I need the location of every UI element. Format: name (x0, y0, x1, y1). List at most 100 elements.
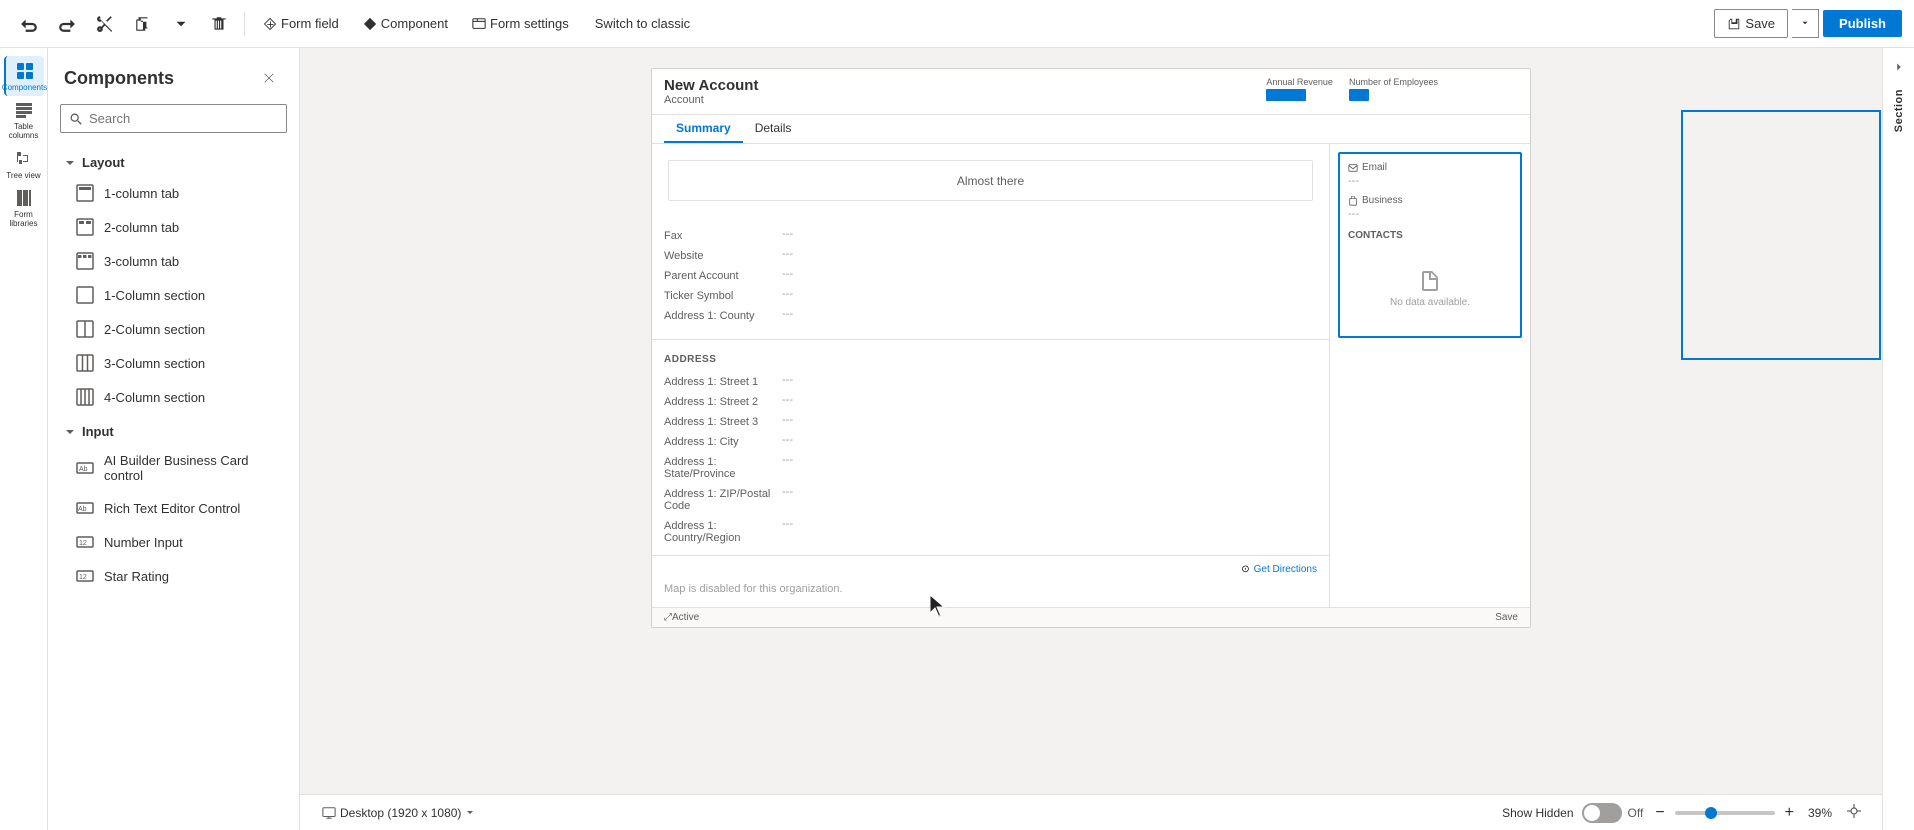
ticker-label: Ticker Symbol (664, 288, 774, 302)
email-value: --- (1348, 173, 1512, 189)
fax-value: --- (782, 228, 1317, 240)
1col-section-icon (76, 286, 94, 304)
cut-button[interactable] (88, 9, 122, 39)
nav-components-button[interactable]: Components (4, 56, 44, 96)
map-disabled-text: Map is disabled for this organization. (664, 579, 1317, 599)
input-section-header[interactable]: Input (48, 414, 299, 445)
toggle-container: Off (1582, 803, 1644, 823)
sidebar-item-star-rating[interactable]: 12 Star Rating (48, 559, 299, 593)
form-left: Almost there Fax --- Website --- (652, 144, 1330, 607)
address-section: ADDRESS Address 1: Street 1 --- Address … (652, 346, 1329, 555)
component-button[interactable]: Component (353, 10, 458, 37)
canvas-content: New Account Account Annual Revenue Numbe… (300, 48, 1882, 794)
city-value: --- (782, 434, 1317, 446)
nav-table-columns-button[interactable]: Table columns (4, 100, 44, 140)
parent-account-value: --- (782, 268, 1317, 280)
form-tab-details[interactable]: Details (743, 115, 804, 143)
form-title: New Account (664, 77, 758, 94)
form-preview: New Account Account Annual Revenue Numbe… (651, 68, 1531, 628)
annual-revenue-label: Annual Revenue (1266, 77, 1333, 87)
form-field-county: Address 1: County --- (664, 305, 1317, 325)
nav-tree-view-button[interactable]: Tree view (4, 144, 44, 184)
1col-tab-icon (76, 184, 94, 202)
fax-label: Fax (664, 228, 774, 242)
zoom-slider[interactable] (1675, 811, 1775, 815)
4col-section-icon (76, 388, 94, 406)
map-controls: ⊙ Get Directions (664, 564, 1317, 575)
street3-label: Address 1: Street 3 (664, 414, 774, 428)
bottom-bar-right: Show Hidden Off − + 39% (1502, 799, 1866, 826)
street3-value: --- (782, 414, 1317, 426)
sidebar-item-3col-section[interactable]: 3-Column section (48, 346, 299, 380)
employees-stat: Number of Employees (1349, 77, 1438, 101)
sidebar-item-4col-section[interactable]: 4-Column section (48, 380, 299, 414)
sidebar-item-1col-tab[interactable]: 1-column tab (48, 176, 299, 210)
sidebar-header: Components (48, 48, 299, 100)
form-field-parent-account: Parent Account --- (664, 265, 1317, 285)
save-button[interactable]: Save (1714, 9, 1788, 38)
section-label: Section (1893, 81, 1905, 140)
country-value: --- (782, 518, 1317, 530)
dropdown-button[interactable] (164, 9, 198, 39)
undo-button[interactable] (12, 9, 46, 39)
get-directions-link[interactable]: Get Directions (1254, 564, 1317, 575)
form-field-street3: Address 1: Street 3 --- (664, 411, 1317, 431)
annual-revenue-bar (1266, 89, 1306, 101)
copy-button[interactable] (126, 9, 160, 39)
zoom-in-button[interactable]: + (1781, 802, 1798, 824)
sidebar-item-ai-builder[interactable]: Ab AI Builder Business Card control (48, 445, 299, 491)
2col-section-icon (76, 320, 94, 338)
form-divider-1 (652, 339, 1329, 340)
toggle-off-label: Off (1628, 806, 1644, 820)
sidebar-title: Components (64, 68, 174, 89)
form-header-row: New Account Account Annual Revenue Numbe… (664, 77, 1518, 106)
county-value: --- (782, 308, 1317, 320)
layout-section-header[interactable]: Layout (48, 145, 299, 176)
delete-button[interactable] (202, 9, 236, 39)
nav-form-libraries-button[interactable]: Form libraries (4, 188, 44, 228)
fit-to-screen-button[interactable] (1842, 799, 1866, 826)
form-field-button[interactable]: Form field (253, 10, 349, 37)
form-tabs: Summary Details (652, 115, 1530, 144)
form-field-state: Address 1: State/Province --- (664, 451, 1317, 483)
form-body: Almost there Fax --- Website --- (652, 144, 1530, 607)
zoom-out-button[interactable]: − (1651, 802, 1668, 824)
status-expand-icon: ⤢ (664, 612, 672, 623)
fields-section: Fax --- Website --- Parent Account --- (652, 217, 1329, 333)
form-settings-button[interactable]: Form settings (462, 10, 579, 37)
zoom-slider-thumb (1705, 807, 1717, 819)
save-dropdown-button[interactable] (1792, 9, 1819, 38)
form-tab-summary[interactable]: Summary (664, 115, 743, 143)
sidebar-item-number-input[interactable]: 12 Number Input (48, 525, 299, 559)
crosshair-icon (1846, 803, 1862, 819)
search-input[interactable] (89, 111, 278, 126)
sidebar-close-button[interactable] (255, 64, 283, 92)
business-label: Business (1348, 195, 1512, 206)
sidebar-item-1col-section[interactable]: 1-Column section (48, 278, 299, 312)
bottom-bar-left: Desktop (1920 x 1080) (316, 802, 1490, 824)
form-field-fax: Fax --- (664, 225, 1317, 245)
left-nav: Components Table columns Tree view Form … (0, 48, 48, 830)
sidebar-item-3col-tab[interactable]: 3-column tab (48, 244, 299, 278)
get-directions-icon: ⊙ (1241, 564, 1249, 575)
publish-button[interactable]: Publish (1823, 10, 1902, 37)
contacts-empty-text: No data available. (1390, 297, 1470, 308)
desktop-selector-button[interactable]: Desktop (1920 x 1080) (316, 802, 481, 824)
sidebar-scroll-area: Layout 1-column tab (48, 141, 299, 830)
sidebar-item-2col-tab[interactable]: 2-column tab (48, 210, 299, 244)
form-subtitle: Account (664, 94, 758, 106)
bottom-bar: Desktop (1920 x 1080) Show Hidden Off − (300, 794, 1882, 830)
county-label: Address 1: County (664, 308, 774, 322)
employees-bar (1349, 89, 1369, 101)
city-label: Address 1: City (664, 434, 774, 448)
sidebar-item-rich-text[interactable]: Ab Rich Text Editor Control (48, 491, 299, 525)
right-collapse-button[interactable] (1888, 56, 1910, 81)
ticker-value: --- (782, 288, 1317, 300)
almost-there-text: Almost there (957, 174, 1024, 188)
redo-button[interactable] (50, 9, 84, 39)
contacts-title: CONTACTS (1348, 230, 1512, 241)
show-hidden-toggle[interactable] (1582, 803, 1622, 823)
form-field-ticker: Ticker Symbol --- (664, 285, 1317, 305)
switch-classic-button[interactable]: Switch to classic (583, 10, 702, 37)
sidebar-item-2col-section[interactable]: 2-Column section (48, 312, 299, 346)
